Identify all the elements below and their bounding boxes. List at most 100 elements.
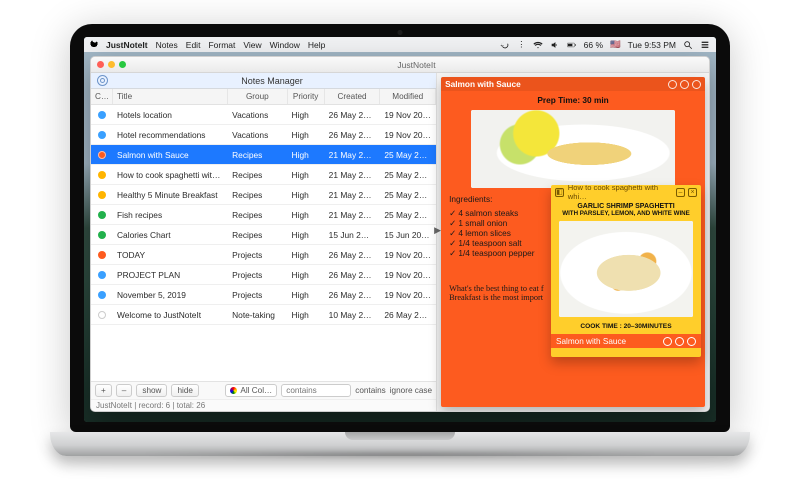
cell-created: 10 May 2… (325, 310, 381, 320)
cell-group: Recipes (228, 190, 287, 200)
sticky-close-icon[interactable] (692, 80, 701, 89)
table-row[interactable]: Welcome to JustNoteItNote-takingHigh10 M… (91, 305, 436, 325)
footer-action-icon[interactable] (663, 337, 672, 346)
col-color[interactable]: Color (91, 89, 113, 104)
cell-modified: 26 May 2… (380, 310, 436, 320)
sync-icon[interactable] (500, 40, 510, 50)
cell-priority: High (288, 170, 325, 180)
cell-title: How to cook spaghetti with… (113, 170, 228, 180)
cell-created: 21 May 2… (325, 150, 381, 160)
cell-created: 21 May 2… (325, 190, 381, 200)
cell-group: Note-taking (228, 310, 287, 320)
cell-title: Calories Chart (113, 230, 228, 240)
cell-group: Projects (228, 290, 287, 300)
panel-disclosure-icon[interactable]: ▶ (434, 225, 441, 236)
search-input[interactable] (281, 384, 351, 397)
remove-button[interactable]: – (116, 384, 133, 397)
yellow-heading-1: GARLIC SHRIMP SPAGHETTI (559, 203, 693, 210)
column-headers[interactable]: Color Title Group Priority Created Modif… (91, 89, 436, 105)
table-row[interactable]: Salmon with SauceRecipesHigh21 May 2…25 … (91, 145, 436, 165)
input-flag[interactable]: 🇺🇸 (610, 39, 621, 50)
battery-label: 66 % (584, 40, 603, 50)
table-row[interactable]: Hotel recommendationsVacationsHigh26 May… (91, 125, 436, 145)
footer-action-icon[interactable] (675, 337, 684, 346)
table-row[interactable]: TODAYProjectsHigh26 May 2…19 Nov 20… (91, 245, 436, 265)
cell-group: Vacations (228, 130, 287, 140)
ignore-case-label[interactable]: ignore case (390, 386, 432, 395)
sticky-footer[interactable]: Salmon with Sauce (551, 334, 701, 348)
notifications-icon[interactable] (700, 40, 710, 50)
menu-format[interactable]: Format (208, 40, 235, 50)
cell-priority: High (288, 110, 325, 120)
table-row[interactable]: PROJECT PLANProjectsHigh26 May 2…19 Nov … (91, 265, 436, 285)
cell-title: Hotels location (113, 110, 228, 120)
status-bar: JustNoteIt record: 6 total: 26 (91, 399, 436, 411)
sticky-min-icon[interactable] (680, 80, 689, 89)
menu-edit[interactable]: Edit (186, 40, 201, 50)
sticky-title: How to cook spaghetti with whi… (568, 185, 676, 201)
cook-time: COOK TIME : 20–30MINUTES (559, 323, 693, 330)
minimize-icon[interactable] (108, 61, 115, 68)
cell-title: Salmon with Sauce (113, 150, 228, 160)
sticky-close-icon[interactable]: × (688, 188, 697, 197)
col-group[interactable]: Group (228, 89, 287, 104)
volume-icon[interactable] (550, 40, 560, 50)
window-titlebar[interactable]: JustNoteIt (91, 57, 709, 73)
cell-priority: High (288, 210, 325, 220)
clock[interactable]: Tue 9:53 PM (628, 40, 676, 50)
color-dot-icon (98, 151, 106, 159)
footer-title: Salmon with Sauce (556, 337, 626, 346)
note-pin-icon[interactable]: ◧ (555, 188, 564, 197)
cell-created: 26 May 2… (325, 270, 381, 280)
gear-icon[interactable] (97, 75, 108, 86)
menu-notes[interactable]: Notes (156, 40, 178, 50)
wifi-icon[interactable] (533, 40, 543, 50)
menu-view[interactable]: View (243, 40, 261, 50)
color-dot-icon (98, 251, 106, 259)
app-menu[interactable]: JustNoteIt (106, 40, 148, 50)
cell-modified: 19 Nov 20… (380, 290, 436, 300)
apple-menu-icon[interactable] (90, 39, 98, 50)
cell-modified: 19 Nov 20… (380, 110, 436, 120)
prep-time: Prep Time: 30 min (449, 95, 697, 105)
window-title: JustNoteIt (397, 60, 435, 70)
cell-created: 21 May 2… (325, 170, 381, 180)
menu-window[interactable]: Window (270, 40, 300, 50)
add-button[interactable]: + (95, 384, 112, 397)
table-row[interactable]: November 5, 2019ProjectsHigh26 May 2…19 … (91, 285, 436, 305)
hide-button[interactable]: hide (171, 384, 198, 397)
macos-menubar: JustNoteIt Notes Edit Format View Window… (84, 37, 716, 52)
recipe-photo (559, 221, 693, 317)
menu-help[interactable]: Help (308, 40, 325, 50)
cell-modified: 19 Nov 20… (380, 130, 436, 140)
cell-modified: 25 May 2… (380, 210, 436, 220)
notes-manager-panel: Notes Manager Color Title Group Priority… (91, 73, 437, 411)
show-button[interactable]: show (136, 384, 167, 397)
col-created[interactable]: Created (325, 89, 381, 104)
color-filter[interactable]: All Col… (225, 384, 277, 397)
sticky-min-icon[interactable]: – (676, 188, 685, 197)
table-row[interactable]: Healthy 5 Minute BreakfastRecipesHigh21 … (91, 185, 436, 205)
footer-action-icon[interactable] (687, 337, 696, 346)
table-row[interactable]: Hotels locationVacationsHigh26 May 2…19 … (91, 105, 436, 125)
col-modified[interactable]: Modified (380, 89, 436, 104)
battery-icon[interactable] (567, 40, 577, 50)
col-priority[interactable]: Priority (288, 89, 325, 104)
cell-priority: High (288, 310, 325, 320)
cell-title: PROJECT PLAN (113, 270, 228, 280)
table-row[interactable]: How to cook spaghetti with…RecipesHigh21… (91, 165, 436, 185)
close-icon[interactable] (97, 61, 104, 68)
color-dot-icon (98, 311, 106, 319)
table-row[interactable]: Calories ChartRecipesHigh15 Jun 2…15 Jun… (91, 225, 436, 245)
contains-label[interactable]: contains (355, 386, 386, 395)
col-title[interactable]: Title (113, 89, 228, 104)
sticky-note-spaghetti[interactable]: ◧ How to cook spaghetti with whi… – × GA… (551, 185, 701, 357)
notes-table: Hotels locationVacationsHigh26 May 2…19 … (91, 105, 436, 381)
cell-priority: High (288, 250, 325, 260)
sticky-roll-icon[interactable] (668, 80, 677, 89)
table-row[interactable]: Fish recipesRecipesHigh21 May 2…25 May 2… (91, 205, 436, 225)
spotlight-icon[interactable] (683, 40, 693, 50)
cell-modified: 15 Jun 20… (380, 230, 436, 240)
zoom-icon[interactable] (119, 61, 126, 68)
sticky-title: Salmon with Sauce (445, 79, 521, 89)
